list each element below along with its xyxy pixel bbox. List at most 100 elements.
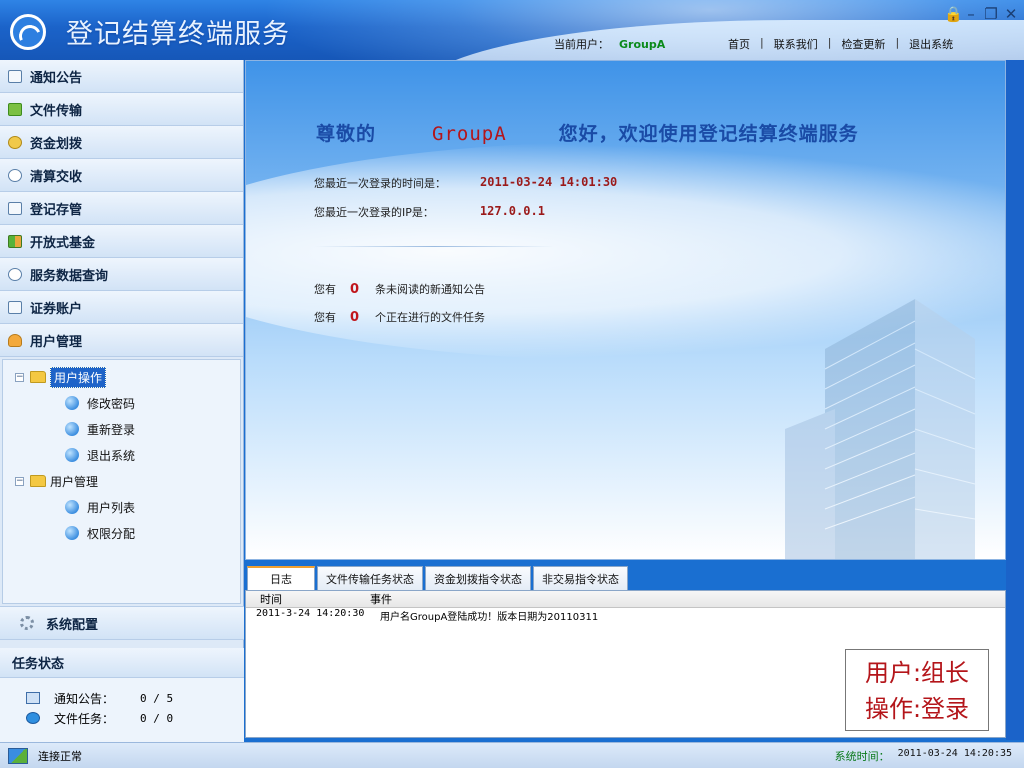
tree-leaf-relogin[interactable]: 重新登录 — [3, 416, 240, 442]
sidebar-item-label: 登记存管 — [30, 202, 83, 218]
role-annotation: 用户:组长 操作:登录 — [845, 649, 989, 731]
collapse-icon[interactable]: − — [15, 476, 24, 486]
welcome-heading: 尊敬的 GroupA 您好，欢迎使用登记结算终端服务 — [316, 119, 859, 146]
account-icon — [8, 300, 22, 314]
log-table-header: 时间 事件 — [246, 591, 1005, 608]
sidebar-item-fund[interactable]: 开放式基金 — [0, 225, 243, 258]
column-header-time[interactable]: 时间 — [246, 591, 370, 607]
system-time: 系统时间： 2011-03-24 14:20:35 — [835, 748, 1012, 764]
sidebar-item-fund-transfer[interactable]: 资金划拨 — [0, 126, 243, 159]
task-label: 文件任务： — [54, 711, 115, 726]
user-tree: − 用户操作 修改密码 重新登录 退出系统 − 用户管理 用户列表 权限分配 — [2, 359, 241, 604]
tree-leaf-label: 用户列表 — [87, 500, 136, 515]
bullet-icon — [65, 500, 79, 514]
tab-file-transfer-status[interactable]: 文件传输任务状态 — [317, 566, 423, 590]
tree-leaf-label: 修改密码 — [87, 396, 136, 411]
sidebar-item-account[interactable]: 证券账户 — [0, 291, 243, 324]
active-task-count: 您有 0 个正在进行的文件任务 — [314, 309, 485, 325]
sidebar-item-data-query[interactable]: 服务数据查询 — [0, 258, 243, 291]
building-illustration — [785, 299, 976, 559]
tree-leaf-label: 权限分配 — [87, 526, 136, 541]
restore-icon[interactable]: ❐ — [984, 6, 998, 22]
tab-non-trade-status[interactable]: 非交易指令状态 — [533, 566, 628, 590]
sidebar-item-user-management[interactable]: 用户管理 — [0, 324, 243, 357]
notice-icon — [8, 69, 22, 83]
task-status-header[interactable]: 任务状态 — [0, 648, 244, 678]
sidebar: 通知公告 文件传输 资金划拨 清算交收 登记存管 开放式基金 服务数据查询 证券… — [0, 60, 244, 742]
sidebar-item-system-config[interactable]: 系统配置 — [0, 606, 244, 640]
tree-leaf-change-password[interactable]: 修改密码 — [3, 390, 240, 416]
nav-logout-link[interactable]: 退出系统 — [909, 36, 953, 52]
current-user-name: GroupA — [619, 37, 666, 51]
top-nav: 首页 | 联系我们 | 检查更新 | 退出系统 — [728, 36, 953, 52]
clearing-icon — [8, 168, 22, 182]
minimize-icon[interactable]: – — [964, 6, 978, 22]
nav-update-link[interactable]: 检查更新 — [841, 36, 885, 52]
title-bar: 登记结算终端服务 🔒 – ❐ ✕ 当前用户： GroupA 首页 | 联系我们 … — [0, 0, 1024, 60]
role-op-line: 操作:登录 — [864, 695, 970, 723]
task-row-file: 文件任务： 0 / 0 — [0, 708, 244, 728]
sidebar-item-label: 服务数据查询 — [30, 268, 109, 284]
nav-contact-link[interactable]: 联系我们 — [774, 36, 818, 52]
task-row-notice: 通知公告： 0 / 5 — [0, 688, 244, 708]
log-time: 2011-3-24 14:20:30 — [256, 608, 365, 619]
system-time-value: 2011-03-24 14:20:35 — [897, 747, 1012, 759]
close-icon[interactable]: ✕ — [1004, 6, 1018, 22]
tab-log[interactable]: 日志 — [247, 566, 315, 590]
last-login-time: 您最近一次登录的时间是： 2011-03-24 14:01:30 — [314, 175, 617, 191]
sidebar-item-label: 通知公告 — [30, 70, 83, 86]
nav-separator: | — [760, 36, 764, 49]
tree-leaf-label: 退出系统 — [87, 448, 136, 463]
tree-leaf-label: 重新登录 — [87, 422, 136, 437]
tree-leaf-exit[interactable]: 退出系统 — [3, 442, 240, 468]
nav-separator: | — [827, 36, 832, 49]
connection-status: 连接正常 — [38, 749, 82, 763]
tree-node-user-ops[interactable]: − 用户操作 — [3, 364, 240, 390]
role-user-line: 用户:组长 — [864, 659, 970, 687]
unread-count: 0 — [350, 281, 360, 297]
tab-fund-transfer-status[interactable]: 资金划拨指令状态 — [425, 566, 531, 590]
last-login-ip: 您最近一次登录的IP是： 127.0.0.1 — [314, 204, 545, 220]
log-table: 时间 事件 2011-3-24 14:20:30 用户名GroupA登陆成功！版… — [245, 590, 1006, 738]
greeting-username: GroupA — [432, 123, 507, 145]
sidebar-item-label: 用户管理 — [30, 334, 83, 350]
tree-leaf-user-list[interactable]: 用户列表 — [3, 494, 240, 520]
last-login-ip-label: 您最近一次登录的IP是： — [314, 206, 434, 219]
sidebar-item-label: 系统配置 — [46, 617, 99, 633]
log-event: 用户名GroupA登陆成功！版本日期为20110311 — [380, 612, 599, 623]
bullet-icon — [65, 448, 79, 462]
tree-node-user-management[interactable]: − 用户管理 — [3, 468, 240, 494]
table-row[interactable]: 2011-3-24 14:20:30 用户名GroupA登陆成功！版本日期为20… — [246, 608, 1005, 623]
collapse-icon[interactable]: − — [15, 372, 24, 382]
greeting-prefix: 尊敬的 — [316, 123, 377, 145]
nav-home-link[interactable]: 首页 — [728, 36, 750, 52]
sidebar-item-notice[interactable]: 通知公告 — [0, 60, 243, 93]
column-header-event[interactable]: 事件 — [370, 591, 1005, 607]
registry-icon — [8, 201, 22, 215]
task-value: 0 / 5 — [140, 691, 174, 705]
unread-notice-count: 您有 0 条未阅读的新通知公告 — [314, 281, 485, 297]
bullet-icon — [65, 422, 79, 436]
last-login-ip-value: 127.0.0.1 — [479, 204, 545, 218]
status-bar: 连接正常 系统时间： 2011-03-24 14:20:35 — [0, 742, 1024, 768]
task-value: 0 / 0 — [140, 711, 174, 725]
sidebar-item-clearing[interactable]: 清算交收 — [0, 159, 243, 192]
sidebar-item-label: 资金划拨 — [30, 136, 83, 152]
lock-icon[interactable]: 🔒 — [944, 6, 963, 22]
sidebar-item-label: 开放式基金 — [30, 235, 96, 251]
sidebar-item-label: 文件传输 — [30, 103, 83, 119]
sidebar-item-file-transfer[interactable]: 文件传输 — [0, 93, 243, 126]
tree-node-label: 用户管理 — [50, 474, 99, 489]
sidebar-item-registry[interactable]: 登记存管 — [0, 192, 243, 225]
current-user-label: 当前用户： — [554, 38, 609, 51]
task-suffix: 个正在进行的文件任务 — [375, 311, 486, 324]
data-query-icon — [8, 267, 22, 281]
fund-transfer-icon — [8, 135, 22, 149]
task-count: 0 — [350, 309, 360, 325]
tree-leaf-permissions[interactable]: 权限分配 — [3, 520, 240, 546]
app-title: 登记结算终端服务 — [66, 19, 290, 50]
bullet-icon — [65, 526, 79, 540]
greeting-suffix: 您好，欢迎使用登记结算终端服务 — [558, 123, 859, 145]
window-controls: 🔒 – ❐ ✕ — [944, 6, 1018, 22]
unread-prefix: 您有 — [314, 283, 336, 296]
